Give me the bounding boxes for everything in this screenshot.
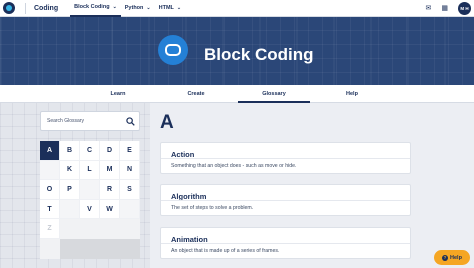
block-coding-icon xyxy=(158,35,188,65)
divider xyxy=(161,200,410,201)
letters-blank-area xyxy=(60,238,140,259)
nav-tab-label: HTML xyxy=(158,4,174,11)
letter-a[interactable]: A xyxy=(40,141,60,161)
tab-help[interactable]: Help xyxy=(322,85,382,103)
apps-grid-icon[interactable]: ▦ xyxy=(441,3,448,15)
letter-p[interactable]: P xyxy=(60,180,80,200)
glossary-definition: The set of steps to solve a problem. xyxy=(171,205,254,211)
chevron-down-icon: ⌄ xyxy=(112,3,117,10)
glossary-search xyxy=(40,111,140,131)
letter-b[interactable]: B xyxy=(60,141,80,161)
letter-c[interactable]: C xyxy=(80,141,100,161)
nav-tab-html[interactable]: HTML ⌄ xyxy=(155,0,185,17)
letter-m[interactable]: M xyxy=(100,160,120,181)
glossary-definition: An object that is made up of a series of… xyxy=(171,248,280,254)
letter-r[interactable]: R xyxy=(100,180,120,200)
search-icon[interactable] xyxy=(126,117,135,126)
letter-t[interactable]: T xyxy=(40,199,60,220)
help-button[interactable]: ? Help xyxy=(434,250,470,265)
brand-name[interactable]: Coding xyxy=(25,2,58,14)
hero-banner: Block Coding xyxy=(0,17,474,85)
user-avatar[interactable]: M H xyxy=(458,2,471,15)
tab-create[interactable]: Create xyxy=(166,85,226,103)
letter-w[interactable]: W xyxy=(100,199,120,220)
app-logo[interactable] xyxy=(3,2,15,14)
letter-l[interactable]: L xyxy=(80,160,100,181)
sub-navigation: Learn Create Glossary Help xyxy=(0,85,474,103)
nav-tab-label: Python xyxy=(124,4,144,11)
letter-empty xyxy=(40,160,60,181)
page-title: Block Coding xyxy=(204,45,314,64)
divider xyxy=(161,158,410,159)
letter-empty xyxy=(120,199,140,220)
letter-empty xyxy=(80,180,100,200)
letter-d[interactable]: D xyxy=(100,141,120,161)
top-navigation-bar: Coding Block Coding ⌄ Python ⌄ HTML ⌄ ✉ … xyxy=(0,0,474,17)
section-letter-heading: A xyxy=(160,112,174,133)
letter-n[interactable]: N xyxy=(120,160,140,181)
chevron-down-icon: ⌄ xyxy=(146,4,151,11)
mail-icon[interactable]: ✉ xyxy=(426,3,432,15)
letter-empty xyxy=(60,199,80,220)
help-label: Help xyxy=(450,254,462,261)
glossary-definition: Something that an object does - such as … xyxy=(171,163,297,169)
letter-o[interactable]: O xyxy=(40,180,60,200)
chevron-down-icon: ⌄ xyxy=(176,4,182,11)
top-right-actions: ✉ ▦ M H xyxy=(426,2,471,15)
alphabet-filter: A B C D E K L M N O P R S T V W Z xyxy=(40,141,140,259)
glossary-entry: Animation An object that is made up of a… xyxy=(160,227,411,259)
tab-glossary[interactable]: Glossary xyxy=(238,85,310,103)
letter-k[interactable]: K xyxy=(60,160,80,181)
divider xyxy=(161,243,410,244)
nav-tab-label: Block Coding xyxy=(74,3,110,10)
nav-tab-block-coding[interactable]: Block Coding ⌄ xyxy=(70,0,121,17)
question-icon: ? xyxy=(442,254,449,261)
letter-e[interactable]: E xyxy=(120,141,140,161)
tab-learn[interactable]: Learn xyxy=(88,85,148,103)
glossary-entry: Algorithm The set of steps to solve a pr… xyxy=(160,184,411,216)
search-input[interactable] xyxy=(41,118,123,124)
glossary-entry: Action Something that an object does - s… xyxy=(160,142,411,174)
nav-tab-python[interactable]: Python ⌄ xyxy=(121,0,155,17)
letter-v[interactable]: V xyxy=(80,199,100,220)
letter-s[interactable]: S xyxy=(120,180,140,200)
letter-z: Z xyxy=(40,219,60,239)
